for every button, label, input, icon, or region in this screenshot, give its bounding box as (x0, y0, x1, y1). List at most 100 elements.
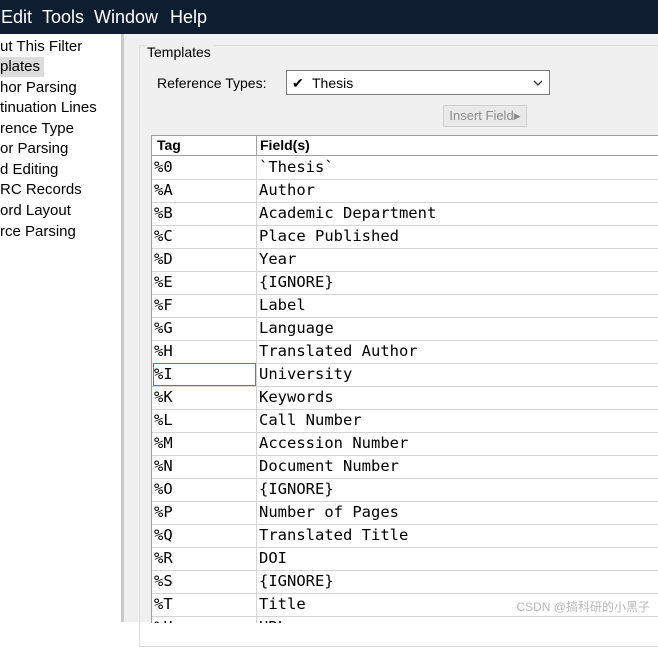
cell-divider (256, 271, 257, 294)
table-row[interactable]: %Q Translated Title (152, 524, 658, 548)
field-cell[interactable]: Author (259, 181, 315, 200)
submenu-arrow-icon: ▶ (513, 111, 521, 121)
table-row[interactable]: %K Keywords (152, 386, 658, 410)
table-row[interactable]: %C Place Published (152, 225, 658, 249)
tag-cell[interactable]: %A (154, 181, 173, 200)
cell-divider (256, 501, 257, 524)
tree-item-reference-type[interactable]: rence Type (0, 119, 74, 139)
field-cell[interactable]: {IGNORE} (259, 480, 334, 499)
field-cell[interactable]: Label (259, 296, 306, 315)
menu-help[interactable]: Help (170, 6, 207, 28)
cell-divider (256, 524, 257, 547)
tag-cell[interactable]: %G (154, 319, 173, 338)
tag-cell[interactable]: %M (154, 434, 173, 453)
tag-cell[interactable]: %D (154, 250, 173, 269)
tree-item-about-this-filter[interactable]: ut This Filter (0, 37, 82, 57)
table-row[interactable]: %H Translated Author (152, 340, 658, 364)
tag-cell[interactable]: %F (154, 296, 173, 315)
tag-cell[interactable]: %E (154, 273, 173, 292)
table-row[interactable]: %0 `Thesis` (152, 156, 658, 180)
tag-cell[interactable]: %R (154, 549, 173, 568)
templates-group-label: Templates (146, 43, 214, 61)
field-cell[interactable]: Year (259, 250, 296, 269)
column-header-tag[interactable]: Tag (157, 137, 181, 154)
table-row[interactable]: %B Academic Department (152, 202, 658, 226)
table-row[interactable]: %P Number of Pages (152, 501, 658, 525)
cell-divider (256, 363, 257, 386)
tag-cell[interactable]: %T (154, 595, 173, 614)
cell-divider (256, 478, 257, 501)
column-header-fields[interactable]: Field(s) (260, 137, 310, 154)
cell-divider (256, 156, 257, 179)
tag-cell[interactable]: %B (154, 204, 173, 223)
tag-cell[interactable]: %C (154, 227, 173, 246)
table-row[interactable]: %N Document Number (152, 455, 658, 479)
table-row[interactable]: %G Language (152, 317, 658, 341)
tree-item-source-parsing[interactable]: rce Parsing (0, 222, 76, 242)
tag-cell[interactable]: %P (154, 503, 173, 522)
field-cell[interactable]: University (259, 365, 352, 384)
tag-cell[interactable]: %H (154, 342, 173, 361)
table-row[interactable]: %A Author (152, 179, 658, 203)
menubar: Edit Tools Window Help (0, 0, 658, 34)
tag-cell[interactable]: %K (154, 388, 173, 407)
table-row[interactable]: %L Call Number (152, 409, 658, 433)
tree-item-continuation-lines[interactable]: tinuation Lines (0, 98, 97, 118)
tree-item-marc-records[interactable]: RC Records (0, 180, 82, 200)
watermark: CSDN @搞科研的小黑子 (516, 600, 650, 614)
field-cell[interactable]: Call Number (259, 411, 362, 430)
tag-cell[interactable]: %0 (154, 158, 173, 177)
field-cell[interactable]: Translated Author (259, 342, 418, 361)
reference-types-label: Reference Types: (157, 75, 267, 91)
cell-divider (256, 547, 257, 570)
tag-cell[interactable]: %U (154, 618, 173, 623)
tree-item-editor-parsing[interactable]: or Parsing (0, 139, 68, 159)
field-cell[interactable]: Number of Pages (259, 503, 399, 522)
column-divider[interactable] (256, 136, 257, 155)
field-cell[interactable]: Document Number (259, 457, 399, 476)
field-cell[interactable]: DOI (259, 549, 287, 568)
menu-tools[interactable]: Tools (42, 6, 84, 28)
table-row[interactable]: %F Label (152, 294, 658, 318)
field-cell[interactable]: {IGNORE} (259, 572, 334, 591)
field-cell[interactable]: Title (259, 595, 306, 614)
field-cell[interactable]: Language (259, 319, 334, 338)
tag-cell[interactable]: %S (154, 572, 173, 591)
tag-cell[interactable]: %I (154, 365, 173, 384)
table-row[interactable]: %D Year (152, 248, 658, 272)
field-cell[interactable]: URL (259, 618, 287, 623)
field-cell[interactable]: {IGNORE} (259, 273, 334, 292)
reference-type-dropdown[interactable]: ✔ Thesis (286, 70, 550, 95)
menu-window[interactable]: Window (94, 6, 158, 28)
menu-edit[interactable]: Edit (1, 6, 32, 28)
table-row[interactable]: %E {IGNORE} (152, 271, 658, 295)
table-header: Tag Field(s) (152, 136, 658, 156)
tree-item-author-parsing[interactable]: hor Parsing (0, 78, 77, 98)
insert-field-button[interactable]: Insert Field▶ (443, 105, 527, 127)
tag-cell[interactable]: %L (154, 411, 173, 430)
table-row[interactable]: %M Accession Number (152, 432, 658, 456)
field-cell[interactable]: Academic Department (259, 204, 436, 223)
checkmark-icon: ✔ (292, 75, 304, 91)
tree-item-field-editing[interactable]: d Editing (0, 160, 58, 180)
field-cell[interactable]: Accession Number (259, 434, 408, 453)
tag-cell[interactable]: %O (154, 480, 173, 499)
table-row[interactable]: %R DOI (152, 547, 658, 571)
table-row[interactable]: %I University (152, 363, 658, 387)
cell-divider (256, 593, 257, 616)
tag-cell[interactable]: %N (154, 457, 173, 476)
table-row[interactable]: %O {IGNORE} (152, 478, 658, 502)
table-row[interactable]: %S {IGNORE} (152, 570, 658, 594)
tree-item-templates[interactable]: plates (0, 57, 45, 77)
template-table: Tag Field(s) %0 `Thesis` %A Author %B Academi… (151, 135, 658, 623)
tree-item-record-layout[interactable]: ord Layout (0, 201, 71, 221)
insert-field-label: Insert Field (449, 108, 514, 123)
chevron-down-icon (533, 80, 543, 86)
cell-divider (256, 225, 257, 248)
field-cell[interactable]: Keywords (259, 388, 334, 407)
field-cell[interactable]: Place Published (259, 227, 399, 246)
field-cell[interactable]: `Thesis` (259, 158, 334, 177)
cell-divider (256, 432, 257, 455)
field-cell[interactable]: Translated Title (259, 526, 408, 545)
tag-cell[interactable]: %Q (154, 526, 173, 545)
